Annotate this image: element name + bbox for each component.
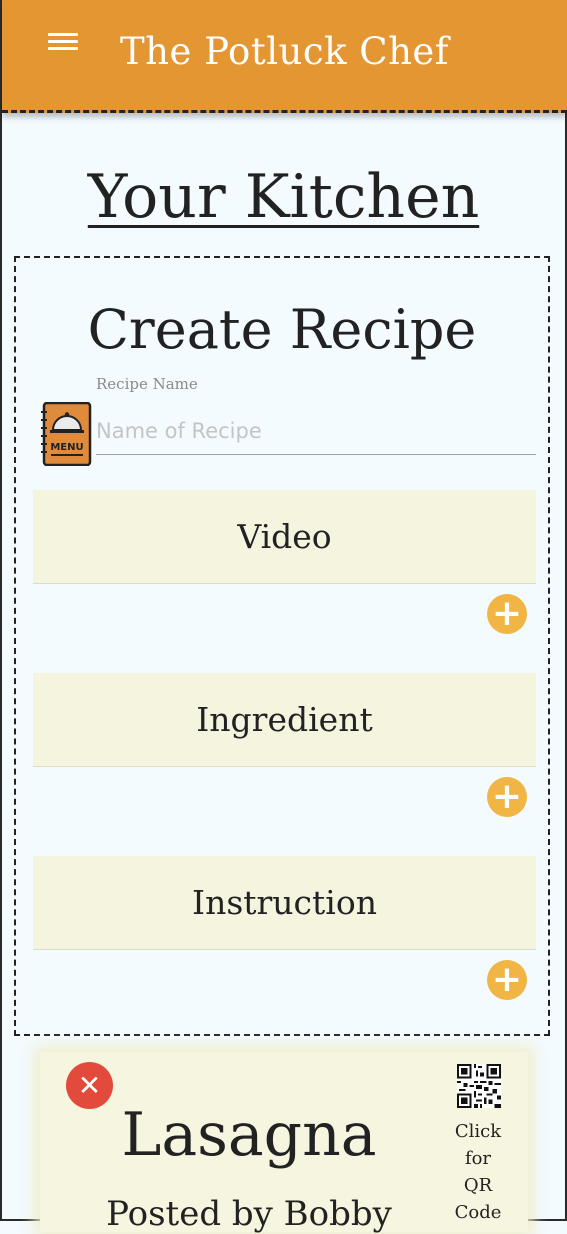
video-section-header: Video [33,490,536,584]
qr-text-line: Click [454,1121,502,1142]
qr-text-line: Code [454,1202,502,1223]
page-title: Your Kitchen [87,162,480,232]
add-instruction-button[interactable]: + [487,960,527,1000]
recipe-card-title: Lasagna [121,1100,377,1170]
create-recipe-panel: Create Recipe Recipe Name MENU Video + I… [14,256,550,1036]
recipe-card-author: Posted by Bobby [106,1194,392,1234]
ingredient-section-header: Ingredient [33,673,536,767]
recipe-name-input[interactable] [96,408,536,455]
svg-text:MENU: MENU [50,442,83,453]
qr-text-line: QR [463,1175,493,1196]
qr-text-line: for [464,1148,492,1169]
create-recipe-title: Create Recipe [87,298,477,361]
qr-code-icon[interactable] [456,1064,502,1108]
add-ingredient-button[interactable]: + [487,777,527,817]
menu-book-icon: MENU [41,402,92,466]
app-header: The Potluck Chef [2,0,567,113]
instruction-section-header: Instruction [33,856,536,950]
recipe-card[interactable]: ✕ Lasagna Posted by Bobby Click for QR C… [40,1052,528,1234]
add-video-button[interactable]: + [487,594,527,634]
qr-code-link[interactable]: Click for QR Code [442,1118,514,1226]
app-title[interactable]: The Potluck Chef [2,30,567,73]
recipe-name-label: Recipe Name [96,375,198,393]
